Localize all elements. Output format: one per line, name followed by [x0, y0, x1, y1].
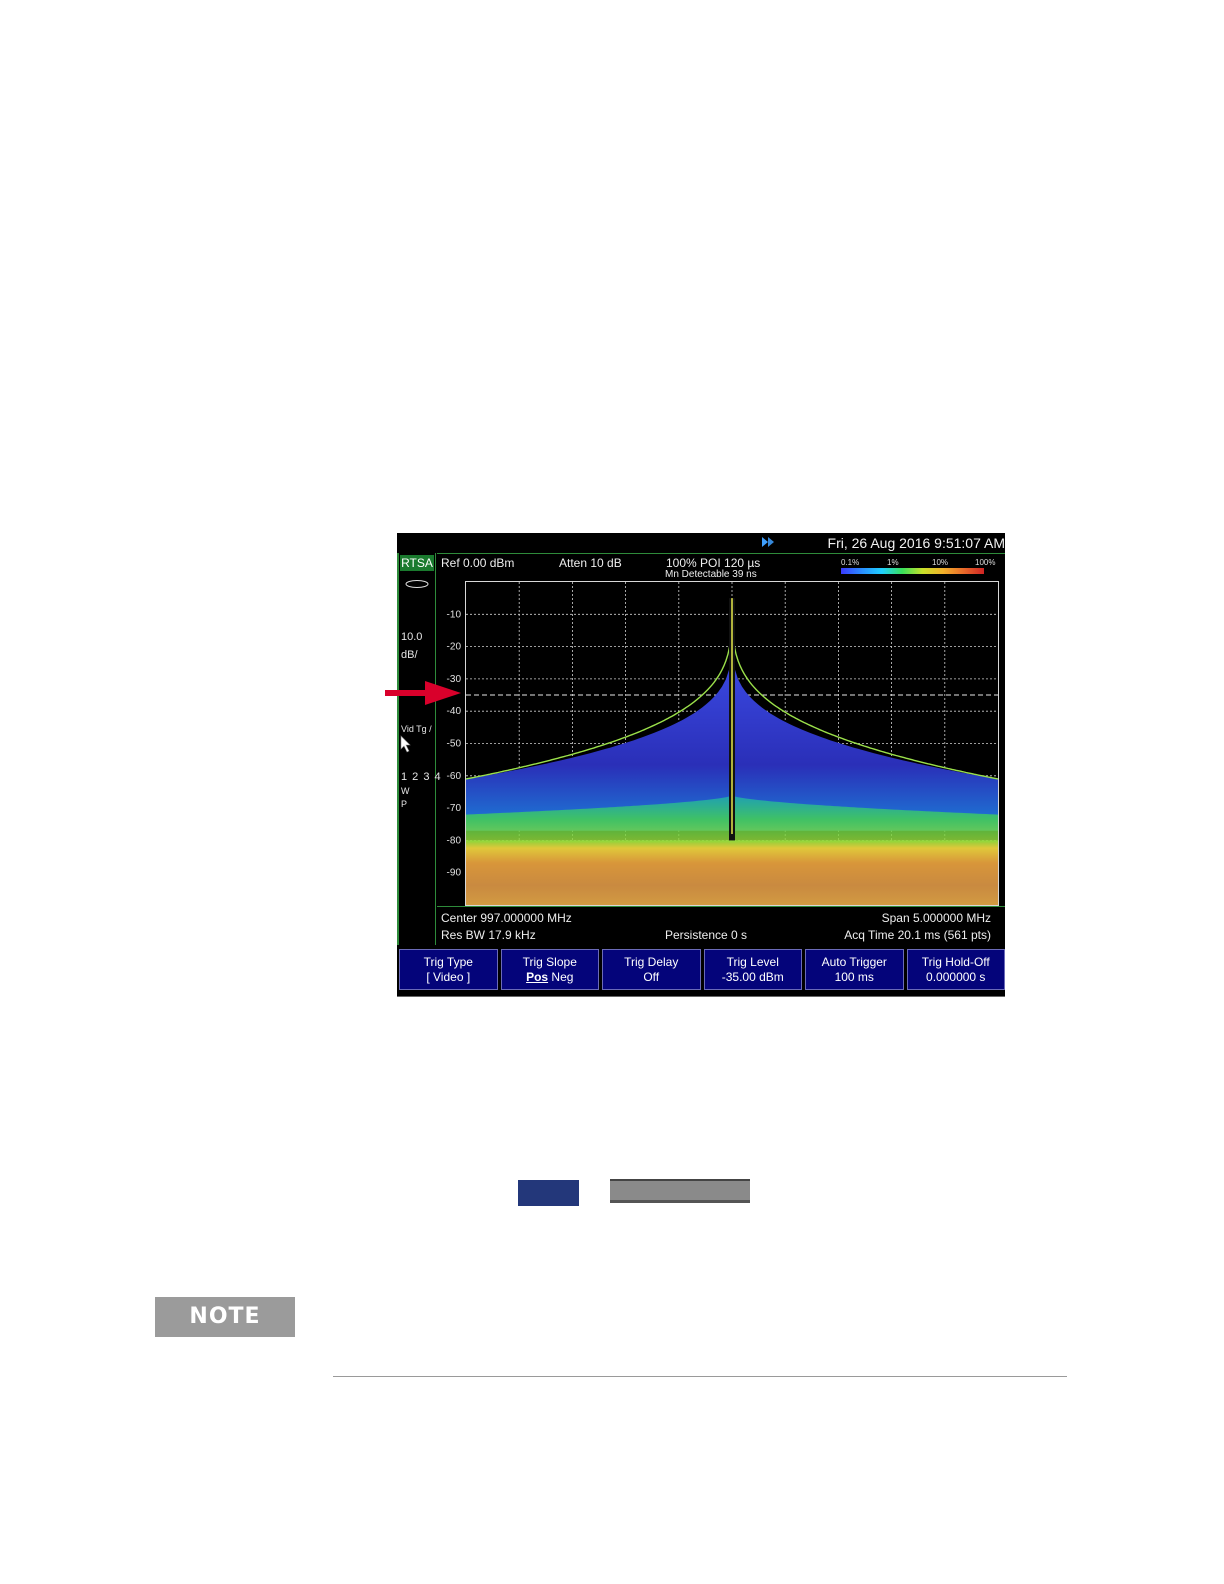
spectrum-plot [465, 581, 999, 906]
trigger-level-arrow-icon [385, 681, 461, 705]
network-icon [762, 537, 774, 547]
scale-unit: dB/ [401, 649, 418, 661]
acq-time: Acq Time 20.1 ms (561 pts) [844, 928, 991, 942]
noise-floor-band [466, 840, 998, 905]
attenuation: Atten 10 dB [559, 556, 622, 570]
y-tick-label: -50 [447, 739, 462, 750]
trig-delay-softkey[interactable]: Trig Delay Off [602, 949, 701, 990]
poi: 100% POI 120 µs [666, 556, 761, 570]
softkey-bar: Trig Type [ Video ] Trig Slope Pos Neg T… [399, 949, 1005, 990]
softkey-value: Pos Neg [502, 970, 599, 985]
softkey-value: 100 ms [834, 970, 874, 984]
softkey-value: [ Video ] [426, 970, 471, 984]
y-tick-label: -10 [447, 609, 462, 620]
softkey-label: Trig Delay [624, 955, 679, 969]
density-color-bar [841, 568, 984, 574]
note-label: NOTE [155, 1297, 295, 1337]
trace-detector-p: P [401, 799, 408, 809]
y-tick-label: -60 [447, 771, 462, 782]
softkey-value: 0.000000 s [926, 970, 986, 984]
y-tick-label: -70 [447, 803, 462, 814]
spectrum-density-display [465, 582, 999, 905]
trig-slope-softkey[interactable]: Trig Slope Pos Neg [500, 949, 599, 990]
auto-trigger-softkey[interactable]: Auto Trigger 100 ms [805, 949, 904, 990]
ref-level: Ref 0.00 dBm [441, 556, 515, 570]
density-label: 10% [932, 558, 949, 567]
y-tick-label: -80 [447, 835, 462, 846]
datetime: Fri, 26 Aug 2016 9:51:07 AM [827, 535, 1005, 551]
y-tick-label: -40 [447, 706, 462, 717]
softkey-label: Auto Trigger [821, 955, 887, 969]
measurement-footer: Center 997.000000 MHz Span 5.000000 MHz … [437, 906, 1005, 949]
divider [333, 1376, 1067, 1377]
gray-swatch [610, 1179, 750, 1203]
span: Span 5.000000 MHz [881, 911, 991, 925]
min-detectable: Mn Detectable 39 ns [665, 569, 757, 580]
slope-neg: Neg [548, 970, 574, 984]
density-label: 100% [975, 558, 996, 567]
mode-badge: RTSA [400, 555, 434, 571]
scale-value: 10.0 [401, 631, 423, 643]
softkey-label: Trig Slope [522, 955, 577, 969]
signal-density [465, 598, 999, 905]
cursor-icon [400, 735, 411, 753]
vid-trig-label: Vid Tg / [401, 724, 432, 734]
blue-swatch [518, 1180, 579, 1206]
analyzer-screenshot: Fri, 26 Aug 2016 9:51:07 AM RTSA 10.0 dB… [397, 533, 1005, 997]
trace-numbers: 1 2 3 4 [401, 771, 442, 783]
softkey-label: Trig Level [726, 955, 779, 969]
density-label: 1% [887, 558, 899, 567]
softkey-value: -35.00 dBm [721, 970, 784, 984]
res-bw: Res BW 17.9 kHz [441, 928, 536, 942]
y-axis-labels: -10-20-30-40-50-60-70-80-90 [447, 609, 462, 879]
trig-type-softkey[interactable]: Trig Type [ Video ] [399, 949, 498, 990]
center-frequency: Center 997.000000 MHz [441, 911, 572, 925]
density-label: 0.1% [841, 558, 860, 567]
slope-pos-selected: Pos [526, 970, 549, 984]
trig-level-softkey[interactable]: Trig Level -35.00 dBm [703, 949, 802, 990]
trig-holdoff-softkey[interactable]: Trig Hold-Off 0.000000 s [906, 949, 1005, 990]
sweep-icon [405, 580, 429, 588]
y-tick-label: -90 [447, 868, 462, 879]
softkey-value: Off [643, 970, 660, 984]
softkey-label: Trig Type [423, 955, 473, 969]
status-bar: Fri, 26 Aug 2016 9:51:07 AM [397, 533, 1005, 553]
trace-type-w: W [401, 786, 410, 796]
y-tick-label: -20 [447, 642, 462, 653]
persistence: Persistence 0 s [665, 928, 748, 942]
measurement-header: Ref 0.00 dBm Atten 10 dB 100% POI 120 µs… [437, 553, 1005, 582]
softkey-label: Trig Hold-Off [921, 955, 990, 969]
